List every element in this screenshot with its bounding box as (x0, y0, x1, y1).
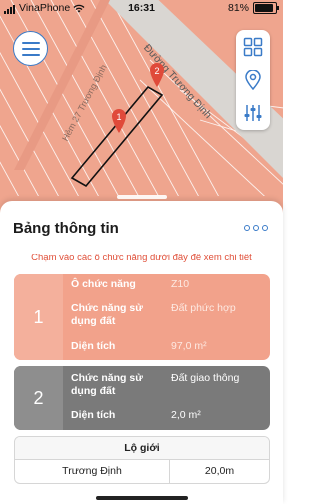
more-icon (244, 225, 250, 231)
status-bar: VinaPhone 16:31 81% (0, 0, 283, 16)
area-value: 97,0 m² (171, 340, 207, 352)
drag-handle[interactable] (117, 195, 167, 199)
area-label: Diện tích (71, 409, 116, 421)
svg-text:1: 1 (116, 112, 121, 122)
menu-button[interactable] (13, 31, 48, 66)
layers-button[interactable] (236, 30, 270, 63)
function-label: Chức năng sử dụng đất (71, 302, 143, 327)
o-value: Z10 (171, 278, 190, 290)
marker-1-icon[interactable]: 1 (111, 108, 127, 134)
locate-button[interactable] (236, 63, 270, 96)
info-panel: Bảng thông tin Chạm vào các ô chức năng … (0, 195, 283, 504)
area-value: 2,0 m² (171, 409, 201, 421)
table-cell-street: Trương Định (15, 459, 170, 483)
table-cell-width: 20,0m (204, 465, 235, 477)
function-card-1[interactable]: 1 Ô chức năng Z10 Chức năng sử dụng đất … (14, 274, 270, 360)
filter-button[interactable] (236, 96, 270, 129)
card-number: 1 (14, 274, 63, 360)
function-card-2[interactable]: 2 Chức năng sử dụng đất Đất giao thông D… (14, 366, 270, 430)
grid-icon (243, 37, 263, 56)
battery-icon (253, 2, 279, 14)
panel-title: Bảng thông tin (13, 220, 119, 237)
location-pin-icon (245, 69, 261, 90)
card-number: 2 (14, 366, 63, 430)
hamburger-menu-icon (21, 41, 40, 44)
sliders-icon (244, 104, 262, 121)
table-header: Lộ giới (15, 437, 269, 460)
svg-text:2: 2 (154, 66, 159, 76)
o-label: Ô chức năng (71, 278, 136, 290)
hint-text: Chạm vào các ô chức năng dưới đây để xem… (31, 254, 252, 263)
area-label: Diện tích (71, 340, 116, 352)
home-indicator (96, 496, 188, 500)
marker-2-icon[interactable]: 2 (149, 62, 165, 88)
function-value: Đất giao thông (171, 372, 240, 384)
function-label: Chức năng sử dụng đất (71, 372, 143, 397)
map-tools (236, 30, 270, 130)
battery-percent: 81% (227, 2, 249, 14)
function-value: Đất phức hợp (171, 302, 236, 314)
more-button[interactable] (244, 221, 270, 235)
road-width-table: Lộ giới Trương Định 20,0m (14, 436, 270, 484)
